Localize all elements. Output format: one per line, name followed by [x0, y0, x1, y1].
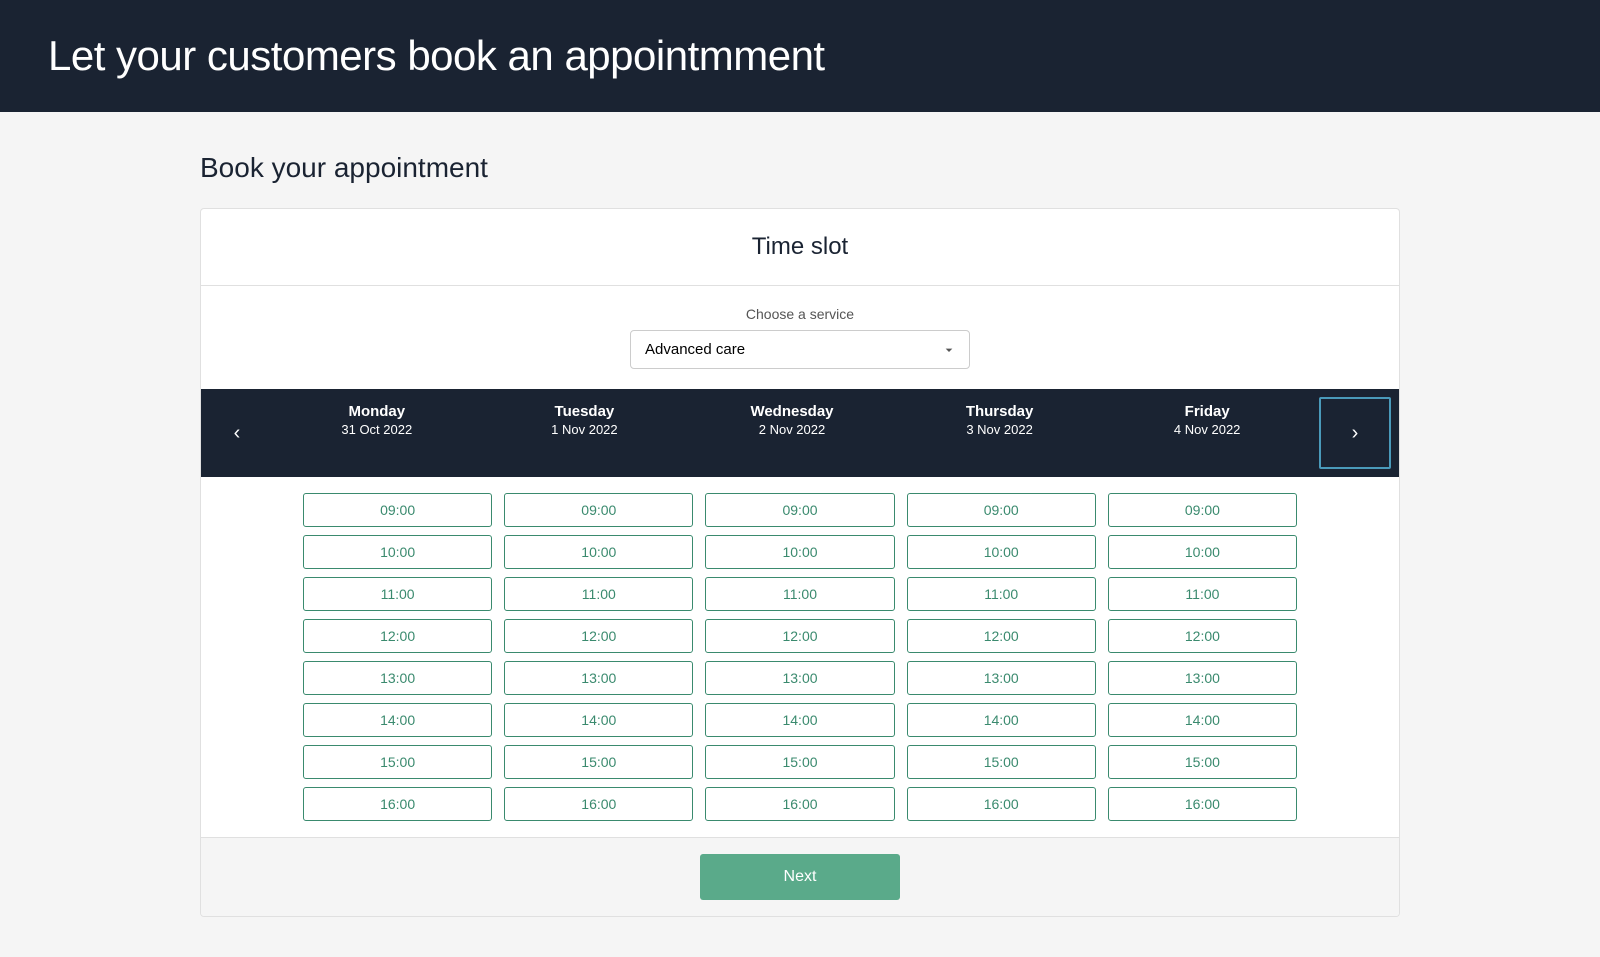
- slot-fri-1100[interactable]: 11:00: [1108, 577, 1297, 611]
- prev-week-button[interactable]: ‹: [201, 389, 273, 477]
- main-content: Book your appointment Time slot Choose a…: [0, 112, 1600, 957]
- slot-tue-1100[interactable]: 11:00: [504, 577, 693, 611]
- day-name-monday: Monday: [281, 403, 473, 420]
- day-date-thursday: 3 Nov 2022: [904, 422, 1096, 437]
- slot-wed-1600[interactable]: 16:00: [705, 787, 894, 821]
- slots-thursday: 09:00 10:00 11:00 12:00 13:00 14:00 15:0…: [901, 493, 1102, 821]
- day-date-tuesday: 1 Nov 2022: [489, 422, 681, 437]
- slot-thu-0900[interactable]: 09:00: [907, 493, 1096, 527]
- slot-fri-1200[interactable]: 12:00: [1108, 619, 1297, 653]
- slot-fri-1600[interactable]: 16:00: [1108, 787, 1297, 821]
- slot-thu-1400[interactable]: 14:00: [907, 703, 1096, 737]
- slot-tue-1000[interactable]: 10:00: [504, 535, 693, 569]
- day-date-wednesday: 2 Nov 2022: [696, 422, 888, 437]
- slot-mon-1400[interactable]: 14:00: [303, 703, 492, 737]
- slots-wednesday: 09:00 10:00 11:00 12:00 13:00 14:00 15:0…: [699, 493, 900, 821]
- slot-fri-1000[interactable]: 10:00: [1108, 535, 1297, 569]
- service-select[interactable]: Advanced care Basic care Premium care: [630, 330, 970, 369]
- slot-wed-1100[interactable]: 11:00: [705, 577, 894, 611]
- cal-day-monday: Monday 31 Oct 2022: [273, 389, 481, 477]
- slot-thu-1600[interactable]: 16:00: [907, 787, 1096, 821]
- service-label: Choose a service: [225, 306, 1375, 322]
- slot-mon-1200[interactable]: 12:00: [303, 619, 492, 653]
- slot-tue-1300[interactable]: 13:00: [504, 661, 693, 695]
- cal-day-friday: Friday 4 Nov 2022: [1103, 389, 1311, 477]
- next-week-button[interactable]: ›: [1319, 397, 1391, 469]
- day-date-monday: 31 Oct 2022: [281, 422, 473, 437]
- page-title: Book your appointment: [200, 152, 1400, 184]
- header: Let your customers book an appointmment: [0, 0, 1600, 112]
- slot-tue-1500[interactable]: 15:00: [504, 745, 693, 779]
- slot-thu-1000[interactable]: 10:00: [907, 535, 1096, 569]
- day-name-wednesday: Wednesday: [696, 403, 888, 420]
- slots-columns: 09:00 10:00 11:00 12:00 13:00 14:00 15:0…: [297, 493, 1303, 821]
- booking-card: Time slot Choose a service Advanced care…: [200, 208, 1400, 917]
- slot-mon-1000[interactable]: 10:00: [303, 535, 492, 569]
- slot-tue-1400[interactable]: 14:00: [504, 703, 693, 737]
- day-name-friday: Friday: [1111, 403, 1303, 420]
- slot-wed-1000[interactable]: 10:00: [705, 535, 894, 569]
- slot-fri-1400[interactable]: 14:00: [1108, 703, 1297, 737]
- slot-tue-1200[interactable]: 12:00: [504, 619, 693, 653]
- cal-day-tuesday: Tuesday 1 Nov 2022: [481, 389, 689, 477]
- slots-spacer-left: [225, 493, 297, 821]
- cal-day-wednesday: Wednesday 2 Nov 2022: [688, 389, 896, 477]
- cal-day-thursday: Thursday 3 Nov 2022: [896, 389, 1104, 477]
- timeslot-title: Time slot: [752, 233, 848, 260]
- header-title: Let your customers book an appointmment: [48, 32, 1552, 80]
- day-date-friday: 4 Nov 2022: [1111, 422, 1303, 437]
- slot-fri-1300[interactable]: 13:00: [1108, 661, 1297, 695]
- chevron-right-icon: ›: [1352, 422, 1359, 445]
- service-section: Choose a service Advanced care Basic car…: [201, 286, 1399, 389]
- card-header: Time slot: [201, 209, 1399, 286]
- next-button[interactable]: Next: [700, 854, 900, 900]
- chevron-left-icon: ‹: [234, 422, 241, 445]
- time-slots-grid: 09:00 10:00 11:00 12:00 13:00 14:00 15:0…: [201, 477, 1399, 837]
- slot-fri-1500[interactable]: 15:00: [1108, 745, 1297, 779]
- slot-tue-1600[interactable]: 16:00: [504, 787, 693, 821]
- slot-mon-1500[interactable]: 15:00: [303, 745, 492, 779]
- slots-tuesday: 09:00 10:00 11:00 12:00 13:00 14:00 15:0…: [498, 493, 699, 821]
- slot-wed-1300[interactable]: 13:00: [705, 661, 894, 695]
- card-footer: Next: [201, 837, 1399, 916]
- slots-friday: 09:00 10:00 11:00 12:00 13:00 14:00 15:0…: [1102, 493, 1303, 821]
- slot-tue-0900[interactable]: 09:00: [504, 493, 693, 527]
- slot-wed-1500[interactable]: 15:00: [705, 745, 894, 779]
- slot-mon-1100[interactable]: 11:00: [303, 577, 492, 611]
- slots-monday: 09:00 10:00 11:00 12:00 13:00 14:00 15:0…: [297, 493, 498, 821]
- slot-wed-0900[interactable]: 09:00: [705, 493, 894, 527]
- slot-thu-1100[interactable]: 11:00: [907, 577, 1096, 611]
- day-name-tuesday: Tuesday: [489, 403, 681, 420]
- slot-thu-1300[interactable]: 13:00: [907, 661, 1096, 695]
- slot-wed-1400[interactable]: 14:00: [705, 703, 894, 737]
- slots-spacer-right: [1303, 493, 1375, 821]
- slot-mon-1300[interactable]: 13:00: [303, 661, 492, 695]
- calendar-days-header: Monday 31 Oct 2022 Tuesday 1 Nov 2022 We…: [273, 389, 1311, 477]
- slot-mon-0900[interactable]: 09:00: [303, 493, 492, 527]
- slot-fri-0900[interactable]: 09:00: [1108, 493, 1297, 527]
- slot-mon-1600[interactable]: 16:00: [303, 787, 492, 821]
- day-name-thursday: Thursday: [904, 403, 1096, 420]
- calendar-nav: ‹ Monday 31 Oct 2022 Tuesday 1 Nov 2022 …: [201, 389, 1399, 477]
- slot-thu-1500[interactable]: 15:00: [907, 745, 1096, 779]
- slot-wed-1200[interactable]: 12:00: [705, 619, 894, 653]
- slot-thu-1200[interactable]: 12:00: [907, 619, 1096, 653]
